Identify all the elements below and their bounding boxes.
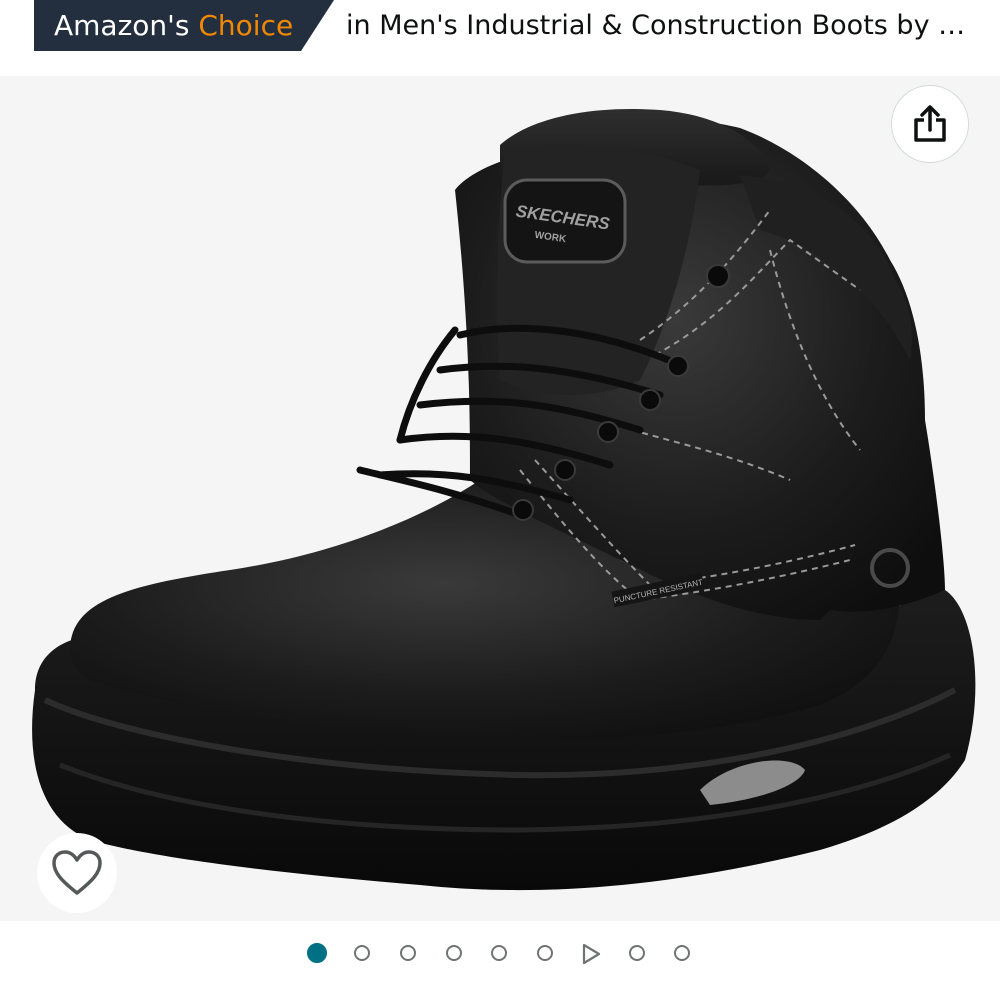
carousel-dot-active[interactable]	[307, 943, 327, 963]
carousel-dot[interactable]	[446, 945, 462, 961]
heart-icon	[52, 850, 102, 895]
amazons-choice-label: Amazon's Choice	[54, 8, 293, 44]
amazons-choice-row: Amazon's Choice in Men's Industrial & Co…	[0, 0, 1000, 70]
favorite-button[interactable]	[37, 833, 117, 913]
carousel-dot[interactable]	[354, 945, 370, 961]
product-image-panel[interactable]: SKECHERS WORK PUNCTURE RESISTANT	[0, 76, 1000, 921]
image-carousel-dots[interactable]	[0, 938, 1000, 972]
carousel-dot[interactable]	[629, 945, 645, 961]
carousel-dot[interactable]	[537, 945, 553, 961]
carousel-dot[interactable]	[674, 945, 690, 961]
badge-prefix: Amazon's	[54, 9, 190, 42]
category-link[interactable]: in Men's Industrial & Construction Boots…	[346, 8, 965, 44]
carousel-dot[interactable]	[400, 945, 416, 961]
carousel-dot[interactable]	[491, 945, 507, 961]
play-icon[interactable]	[580, 942, 602, 966]
badge-highlight: Choice	[198, 9, 294, 42]
product-image[interactable]: SKECHERS WORK PUNCTURE RESISTANT	[0, 76, 1000, 921]
share-button[interactable]	[891, 85, 969, 163]
share-icon	[914, 105, 946, 142]
